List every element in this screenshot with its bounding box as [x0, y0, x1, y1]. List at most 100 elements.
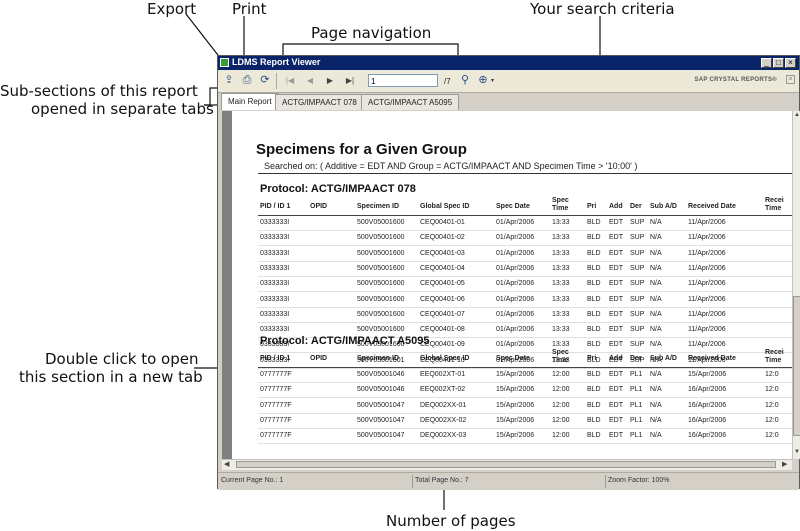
- column-header: Recei Time: [765, 197, 784, 212]
- table-cell: 13:33: [552, 249, 570, 257]
- table-cell: 500V05001046: [357, 371, 405, 378]
- table-row: 0777777F 500V05001046 EEQ002XT-01 15/Apr/20…: [232, 371, 792, 383]
- row-divider: [258, 230, 792, 231]
- column-header: PID / ID 1: [260, 355, 291, 362]
- table-cell: 01/Apr/2006: [496, 341, 535, 349]
- table-cell: 13:33: [552, 264, 570, 272]
- table-cell: SUP: [630, 310, 645, 318]
- table-cell: CEQ00401-04: [420, 264, 465, 272]
- table-cell: 500V05001047: [357, 432, 405, 440]
- table-cell: 11/Apr/2006: [688, 234, 726, 242]
- toolbar: ⇪ ⎙ ⟳ |◀ ◀ ▶ ▶| 1 /7 ⚲ ⊕ ▾ SAP CRYSTAL R…: [218, 70, 799, 93]
- table-cell: 500V05001600: [357, 219, 405, 226]
- title-bar: LDMS Report Viewer _ □ ×: [218, 56, 799, 70]
- table-cell: SUP: [630, 219, 645, 226]
- protocol-heading[interactable]: Protocol: ACTG/IMPAACT 078: [260, 183, 416, 195]
- refresh-icon[interactable]: ⟳: [258, 74, 272, 87]
- column-header: Pri: [587, 203, 597, 210]
- table-cell: 0777777F: [260, 371, 292, 378]
- scroll-down-icon[interactable]: ▼: [794, 449, 800, 455]
- page-number-input[interactable]: 1: [368, 74, 438, 87]
- scroll-up-icon[interactable]: ▲: [794, 112, 800, 118]
- table-cell: N/A: [650, 249, 662, 257]
- table-cell: PL1: [630, 416, 643, 424]
- table-row: 0333333I 500V05001600 CEQ00401-05 01/Apr/20…: [232, 280, 792, 293]
- row-divider: [258, 397, 792, 399]
- table-cell: 11/Apr/2006: [688, 341, 726, 349]
- first-page-icon[interactable]: |◀: [284, 74, 296, 87]
- column-header: Sub A/D: [650, 203, 677, 210]
- zoom-icon[interactable]: ⊕: [476, 74, 490, 87]
- table-cell: SUP: [630, 264, 645, 272]
- table-cell: 500V05001600: [357, 310, 405, 318]
- horizontal-scrollbar[interactable]: ◀ ▶: [222, 459, 792, 470]
- row-divider: [258, 443, 792, 445]
- scroll-left-icon[interactable]: ◀: [224, 460, 229, 468]
- column-header: Specimen ID: [357, 203, 400, 210]
- table-row: 0777777F 500V05001047 DEQ002XX-01 15/Apr/20…: [232, 402, 792, 414]
- tab-actg-impaact-078[interactable]: ACTG/IMPAACT 078: [275, 94, 364, 110]
- protocol-heading[interactable]: Protocol: ACTG/IMPAACT A5095: [260, 335, 430, 347]
- table-cell: N/A: [650, 280, 662, 288]
- table-cell: 15/Apr/2006: [496, 386, 535, 394]
- column-header: Spec Time: [552, 349, 569, 364]
- column-header: Spec Date: [496, 203, 530, 210]
- close-tab-icon[interactable]: ×: [786, 75, 795, 84]
- scroll-right-icon[interactable]: ▶: [782, 460, 787, 468]
- table-cell: 11/Apr/2006: [688, 326, 726, 334]
- table-row: 0333333I 500V05001600 CEQ00401-02 01/Apr/20…: [232, 234, 792, 247]
- search-icon[interactable]: ⚲: [458, 74, 472, 87]
- table-cell: N/A: [650, 416, 662, 424]
- export-icon[interactable]: ⇪: [222, 74, 236, 87]
- table-cell: 13:33: [552, 234, 570, 242]
- table-cell: 15/Apr/2006: [496, 371, 535, 378]
- previous-page-icon[interactable]: ◀: [304, 74, 316, 87]
- tab-actg-impaact-a5095[interactable]: ACTG/IMPAACT A5095: [361, 94, 460, 110]
- print-icon[interactable]: ⎙: [240, 74, 254, 87]
- table-cell: BLD: [587, 386, 601, 394]
- column-header: Add: [609, 203, 623, 210]
- vertical-scrollbar[interactable]: ▲ ▼: [792, 111, 800, 459]
- column-header: Sub A/D: [650, 355, 677, 362]
- header-divider: [258, 367, 792, 368]
- status-divider: [605, 475, 606, 488]
- vertical-scroll-thumb[interactable]: [793, 296, 800, 436]
- table-cell: N/A: [650, 371, 662, 378]
- column-header: Add: [609, 355, 623, 362]
- table-cell: 01/Apr/2006: [496, 310, 535, 318]
- column-header: Der: [630, 355, 642, 362]
- tab-main-report[interactable]: Main Report: [221, 93, 279, 110]
- table-cell: 16/Apr/2006: [688, 386, 727, 394]
- horizontal-scroll-thumb[interactable]: [236, 461, 776, 468]
- report-sections: Protocol: ACTG/IMPAACT 078 PID / ID 1 OPID…: [232, 111, 792, 459]
- table-cell: PL1: [630, 371, 643, 378]
- next-page-icon[interactable]: ▶: [324, 74, 336, 87]
- table-cell: BLD: [587, 401, 601, 409]
- maximize-button[interactable]: □: [773, 58, 784, 68]
- table-cell: SUP: [630, 295, 645, 303]
- table-cell: 16/Apr/2006: [688, 401, 727, 409]
- table-cell: EDT: [609, 341, 623, 349]
- current-page-status: Current Page No.: 1: [221, 477, 284, 484]
- table-cell: 11/Apr/2006: [688, 264, 726, 272]
- zoom-dropdown-chevron-icon[interactable]: ▾: [491, 77, 494, 84]
- table-cell: CEQ00401-03: [420, 249, 465, 257]
- table-cell: 01/Apr/2006: [496, 249, 535, 257]
- table-cell: 500V05001600: [357, 295, 405, 303]
- last-page-icon[interactable]: ▶|: [344, 74, 356, 87]
- table-cell: 0777777F: [260, 432, 292, 440]
- column-header: Received Date: [688, 203, 736, 210]
- row-divider: [258, 382, 792, 383]
- table-cell: 13:33: [552, 326, 570, 334]
- column-header: Der: [630, 203, 642, 210]
- minimize-button[interactable]: _: [761, 58, 772, 68]
- close-window-button[interactable]: ×: [785, 58, 796, 68]
- zoom-factor-status: Zoom Factor: 100%: [608, 477, 670, 484]
- column-header: Spec Date: [496, 355, 530, 362]
- table-cell: EDT: [609, 295, 623, 303]
- table-cell: EDT: [609, 249, 623, 257]
- table-row: 0777777F 500V05001047 DEQ002XX-03 15/Apr/20…: [232, 432, 792, 445]
- table-cell: 0333333I: [260, 295, 290, 303]
- report-viewport[interactable]: Specimens for a Given Group Searched on:…: [222, 111, 792, 459]
- table-cell: BLD: [587, 219, 601, 226]
